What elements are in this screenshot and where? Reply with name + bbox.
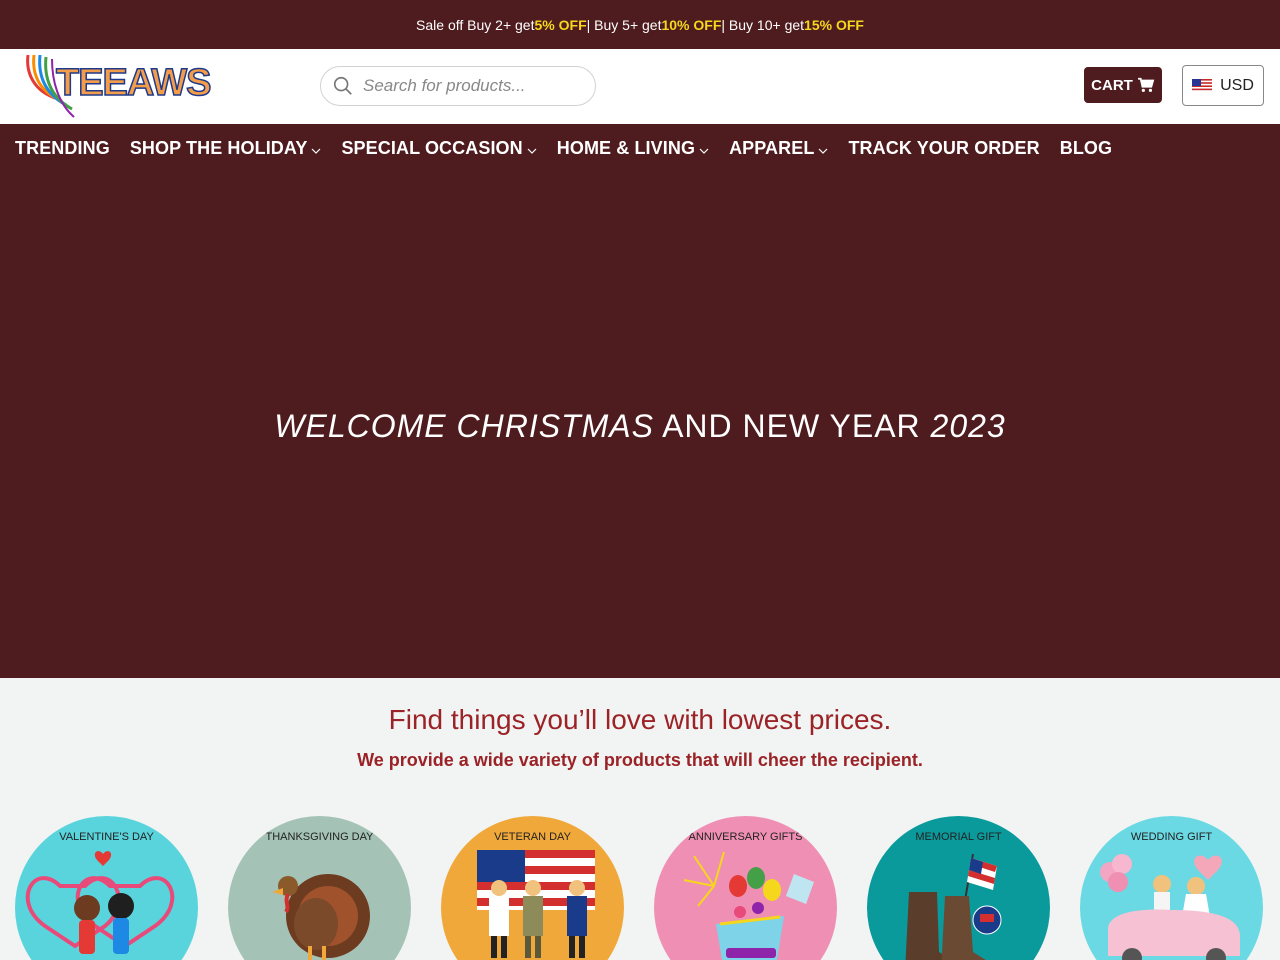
category-label: VETERAN DAY (494, 831, 571, 843)
hero-text-2: AND NEW YEAR (653, 408, 931, 444)
category-label: MEMORIAL GIFT (915, 831, 1002, 843)
cart-label: CART (1091, 76, 1133, 94)
nav-item-home-living[interactable]: HOME & LIVING (557, 138, 709, 159)
nav-label: APPAREL (729, 138, 815, 158)
cart-icon (1137, 77, 1155, 92)
hero-text-3: 2023 (930, 408, 1006, 444)
nav-label: HOME & LIVING (556, 138, 696, 158)
us-flag-icon (1192, 79, 1213, 92)
hero-text-1: WELCOME CHRISTMAS (274, 408, 654, 444)
nav-label: TRACK YOUR ORDER (848, 138, 1040, 158)
category-label: THANKSGIVING DAY (265, 831, 374, 843)
intro-section: Find things you’ll love with lowest pric… (0, 704, 1280, 771)
nav-item-special-occasion[interactable]: SPECIAL OCCASION (341, 138, 537, 159)
category-valentines-day[interactable]: VALENTINE'S DAY (15, 816, 198, 960)
category-anniversary-gifts[interactable]: ANNIVERSARY GIFTS (654, 816, 837, 960)
promo-highlight-2: 10% OFF (661, 16, 722, 33)
category-list: VALENTINE'S DAY THANKSGIVING DAY VETERAN… (0, 816, 1280, 960)
promo-highlight-1: 5% OFF (534, 16, 587, 33)
svg-text:TEEAWS: TEEAWS (56, 62, 210, 104)
search-bar[interactable] (320, 66, 596, 106)
hero-headline: WELCOME CHRISTMAS AND NEW YEAR 2023 (0, 408, 1280, 445)
hero-banner: TRENDING SHOP THE HOLIDAY SPECIAL OCCASI… (0, 124, 1280, 678)
category-thanksgiving-day[interactable]: THANKSGIVING DAY (228, 816, 411, 960)
nav-item-track-your-order[interactable]: TRACK YOUR ORDER (848, 138, 1039, 159)
chevron-down-icon (527, 148, 537, 154)
promo-text-2: | Buy 5+ get (586, 16, 662, 33)
promo-text-1: Sale off Buy 2+ get (416, 16, 535, 33)
chevron-down-icon (819, 148, 828, 154)
nav-label: TRENDING (15, 138, 110, 158)
category-label: WEDDING GIFT (1130, 831, 1213, 843)
chevron-down-icon (699, 148, 709, 154)
logo-graphic: TEEAWS (26, 54, 212, 118)
currency-label: USD (1220, 76, 1254, 94)
category-label: VALENTINE'S DAY (59, 831, 154, 843)
intro-heading: Find things you’ll love with lowest pric… (388, 704, 892, 735)
promo-highlight-3: 15% OFF (804, 16, 864, 33)
search-icon (333, 76, 352, 95)
nav-item-apparel[interactable]: APPAREL (729, 138, 828, 159)
nav-item-blog[interactable]: BLOG (1060, 138, 1112, 159)
main-nav: TRENDING SHOP THE HOLIDAY SPECIAL OCCASI… (15, 138, 1132, 159)
cart-button[interactable]: CART (1084, 67, 1162, 103)
nav-label: SHOP THE HOLIDAY (129, 138, 308, 158)
category-label: ANNIVERSARY GIFTS (688, 831, 803, 843)
site-logo[interactable]: TEEAWS (22, 51, 242, 119)
nav-label: SPECIAL OCCASION (341, 138, 523, 158)
promo-bar: Sale off Buy 2+ get 5% OFF | Buy 5+ get … (0, 0, 1280, 49)
nav-item-trending[interactable]: TRENDING (15, 138, 110, 159)
nav-item-shop-the-holiday[interactable]: SHOP THE HOLIDAY (130, 138, 322, 159)
search-input[interactable] (363, 76, 583, 96)
category-memorial-gift[interactable]: MEMORIAL GIFT (867, 816, 1050, 960)
currency-selector[interactable]: USD (1182, 65, 1264, 106)
category-wedding-gift[interactable]: WEDDING GIFT (1080, 816, 1263, 960)
site-header: TEEAWS CART USD (0, 49, 1280, 124)
category-veteran-day[interactable]: VETERAN DAY (441, 816, 624, 960)
promo-text-3: | Buy 10+ get (721, 16, 805, 33)
nav-label: BLOG (1059, 138, 1113, 158)
chevron-down-icon (312, 148, 321, 154)
intro-subheading: We provide a wide variety of products th… (357, 750, 923, 770)
